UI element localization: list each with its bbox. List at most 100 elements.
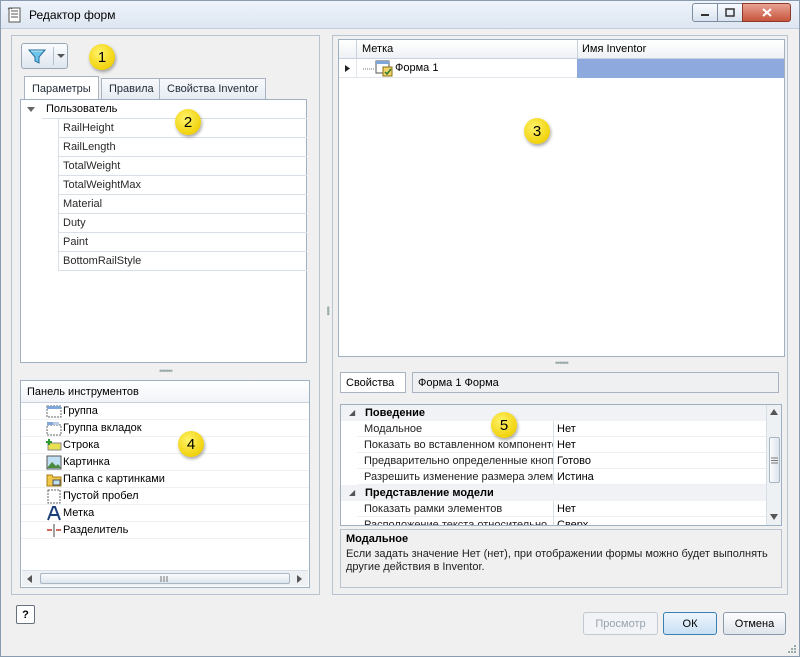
form-editor-window: Редактор форм 1 Параметры Правила Свойст… (0, 0, 800, 657)
picture-icon (46, 455, 62, 470)
property-value[interactable]: Готово (553, 453, 766, 469)
column-header-inventor-name[interactable]: Имя Inventor (577, 40, 784, 59)
toolbox-header: Панель инструментов (21, 381, 309, 403)
close-button[interactable] (742, 3, 791, 22)
row-icon (46, 439, 62, 451)
grid-header: Метка Имя Inventor (339, 40, 784, 59)
tool-picture-folder[interactable]: Папка с картинками (21, 471, 309, 488)
scroll-down-icon[interactable] (770, 514, 778, 520)
group-icon (46, 405, 62, 418)
property-value[interactable]: Сверх (553, 517, 766, 525)
category-label: Поведение (365, 407, 425, 419)
tool-label: Папка с картинками (63, 473, 165, 485)
description-title: Модальное (346, 533, 409, 545)
parameter-item[interactable]: TotalWeightMax (58, 176, 307, 195)
scroll-left-icon[interactable] (27, 575, 33, 583)
tool-splitter[interactable]: Разделитель (21, 522, 309, 539)
current-row-icon (345, 65, 350, 72)
tool-empty-space[interactable]: Пустой пробел (21, 488, 309, 505)
grid-cell-label-text: Форма 1 (395, 62, 439, 74)
horizontal-splitter[interactable]: •••••• (159, 366, 173, 376)
property-name: Показать рамки элементов (357, 501, 553, 517)
dropdown-arrow-icon[interactable] (57, 53, 65, 59)
property-value[interactable]: Нет (553, 501, 766, 517)
tool-row[interactable]: Строка (21, 437, 309, 454)
tool-picture[interactable]: Картинка (21, 454, 309, 471)
column-header-label[interactable]: Метка (356, 40, 577, 59)
collapse-icon[interactable]: ◢ (349, 488, 355, 497)
parameter-item[interactable]: Duty (58, 214, 307, 233)
filter-separator (53, 47, 54, 65)
toolbox-panel: Панель инструментов Группа Группа вкладо… (20, 380, 310, 588)
property-row[interactable]: Показать во вставленном компоненте Нет (341, 437, 766, 453)
tree-group-label: Пользователь (42, 100, 307, 119)
right-panel: Метка Имя Inventor Форма 1 3 •••••• Свой… (332, 35, 788, 595)
ok-button[interactable]: ОК (663, 612, 717, 635)
tool-group[interactable]: Группа (21, 403, 309, 420)
property-row[interactable]: Разрешить изменение размера элементов Ис… (341, 469, 766, 485)
grid-row[interactable]: Форма 1 (339, 59, 784, 78)
callout-3: 3 (524, 118, 550, 144)
property-row[interactable]: Показать рамки элементов Нет (341, 501, 766, 517)
parameter-item[interactable]: Material (58, 195, 307, 214)
label-icon (47, 506, 61, 521)
property-value[interactable]: Истина (553, 469, 766, 485)
property-row[interactable]: Расположение текста относительно Сверх (341, 517, 766, 525)
preview-button[interactable]: Просмотр (583, 612, 658, 635)
property-value[interactable]: Нет (553, 421, 766, 437)
empty-space-icon (47, 489, 61, 504)
category-model-view[interactable]: ◢ Представление модели (341, 485, 766, 501)
property-name: Предварительно определенные кнопки (357, 453, 553, 469)
property-row[interactable]: Предварительно определенные кнопки Готов… (341, 453, 766, 469)
grid-cell-label[interactable]: Форма 1 (356, 59, 577, 78)
property-name: Расположение текста относительно (357, 517, 553, 525)
tab-parameters[interactable]: Параметры (24, 76, 99, 99)
maximize-button[interactable] (717, 3, 743, 22)
tool-label[interactable]: Метка (21, 505, 309, 522)
grid-splitter[interactable]: •••••• (555, 358, 569, 368)
vertical-scrollbar[interactable] (766, 405, 781, 525)
collapse-arrow-icon[interactable] (27, 107, 35, 113)
tree-group-user[interactable]: Пользователь (21, 100, 307, 119)
help-button[interactable]: ? (16, 605, 35, 624)
scroll-up-icon[interactable] (770, 409, 778, 415)
grip-icon (160, 576, 168, 582)
tool-label: Группа вкладок (63, 422, 142, 434)
description-panel: Модальное Если задать значение Нет (нет)… (340, 529, 782, 588)
horizontal-scrollbar[interactable] (22, 570, 308, 586)
property-name: Модальное (357, 421, 553, 437)
cancel-button[interactable]: Отмена (723, 612, 786, 635)
minimize-icon (701, 13, 709, 16)
callout-5: 5 (491, 412, 517, 438)
property-row[interactable]: Модальное Нет (341, 421, 766, 437)
tab-rules[interactable]: Правила (101, 78, 162, 100)
property-value[interactable]: Нет (553, 437, 766, 453)
parameter-item[interactable]: BottomRailStyle (58, 252, 307, 271)
minimize-button[interactable] (692, 3, 718, 22)
grip-icon (771, 457, 778, 464)
form-icon (375, 60, 393, 77)
scrollbar-thumb[interactable] (769, 437, 780, 483)
description-text: Если задать значение Нет (нет), при отоб… (346, 548, 768, 573)
tool-tab-group[interactable]: Группа вкладок (21, 420, 309, 437)
category-behavior[interactable]: ◢ Поведение (341, 405, 766, 421)
resize-grip-icon[interactable] (787, 644, 797, 654)
selected-object-field: Форма 1 Форма (412, 372, 779, 393)
parameter-item[interactable]: RailLength (58, 138, 307, 157)
callout-4: 4 (178, 431, 204, 457)
parameter-item[interactable]: TotalWeight (58, 157, 307, 176)
row-indicator (339, 59, 356, 78)
grid-cell-inventor-name[interactable] (577, 59, 784, 78)
scrollbar-thumb[interactable] (40, 573, 290, 584)
title-bar[interactable]: Редактор форм (1, 1, 799, 29)
tool-label: Строка (63, 439, 100, 451)
collapse-icon[interactable]: ◢ (349, 408, 355, 417)
filter-button[interactable] (21, 43, 68, 69)
parameter-item[interactable]: Paint (58, 233, 307, 252)
tab-inventor-properties[interactable]: Свойства Inventor (159, 78, 267, 100)
scroll-right-icon[interactable] (296, 575, 302, 583)
property-grid: ◢ Поведение Модальное Нет Показать во вст… (340, 404, 782, 526)
callout-2: 2 (175, 109, 201, 135)
tool-label: Пустой пробел (63, 490, 139, 502)
tool-label: Картинка (63, 456, 110, 468)
